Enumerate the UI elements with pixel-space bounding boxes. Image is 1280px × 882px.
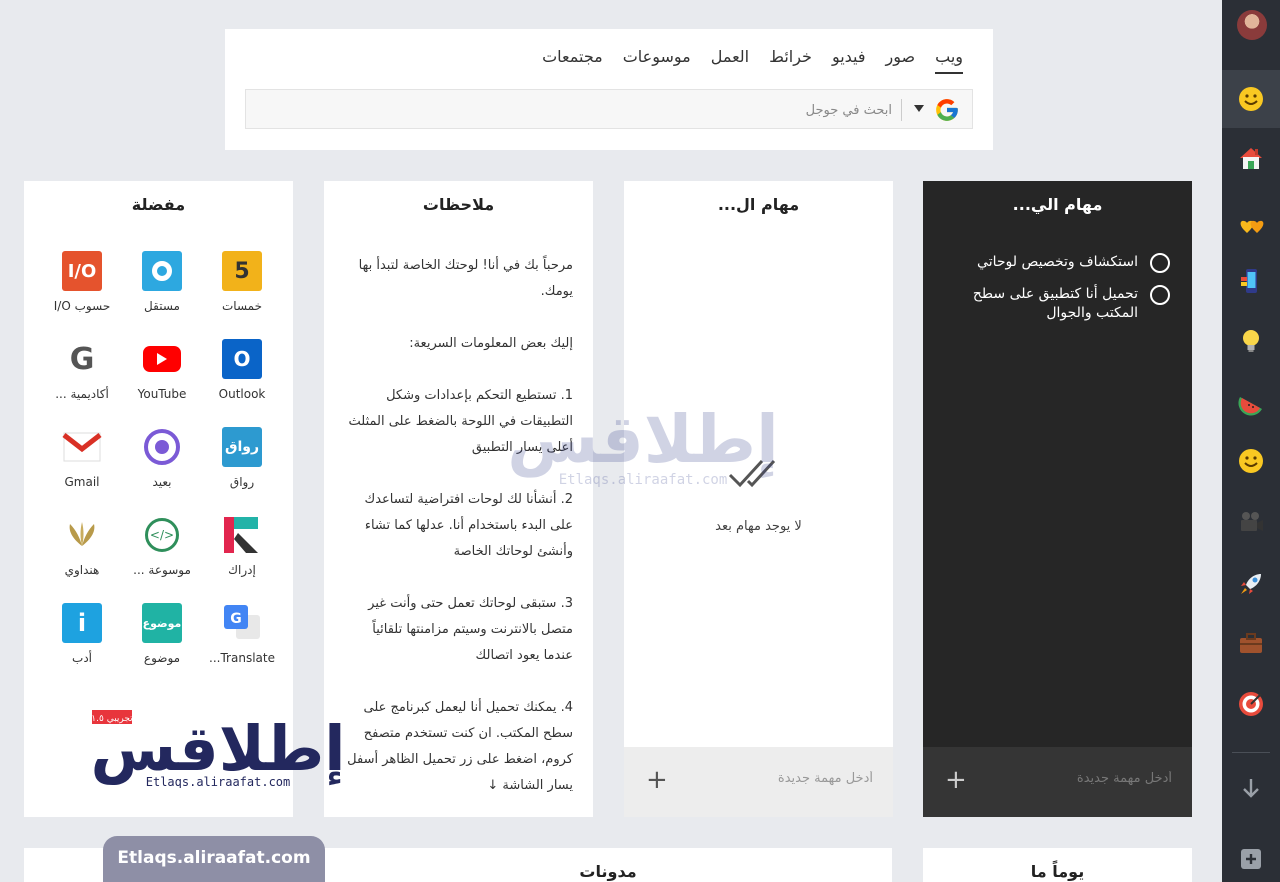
- watermelon-icon[interactable]: [1222, 374, 1280, 432]
- favorite-gmail[interactable]: Gmail: [42, 427, 122, 489]
- todo-checkbox[interactable]: [1150, 253, 1170, 273]
- search-tab-jobs[interactable]: العمل: [711, 47, 749, 74]
- favorite-mawdoo3[interactable]: موضوع موضوع: [122, 603, 202, 665]
- search-divider: [901, 99, 902, 121]
- favorite-google-translate[interactable]: G Translate...: [202, 603, 282, 665]
- todo-text[interactable]: تحميل أنا كتطبيق على سطح المكتب والجوال: [943, 285, 1138, 323]
- favorite-hsoub-io[interactable]: I/O حسوب I/O: [42, 251, 122, 313]
- gmail-icon: [62, 427, 102, 467]
- favorite-academy[interactable]: G أكاديمية ...: [42, 339, 122, 402]
- logo-sub: Etlaqs.aliraafat.com: [146, 775, 291, 788]
- daily-task-footer: +: [923, 747, 1192, 817]
- edraak-icon: [222, 515, 262, 555]
- note-paragraph: 4. يمكنك تحميل أنا ليعمل كبرنامج على سطح…: [347, 700, 573, 793]
- smiley-icon[interactable]: [1222, 70, 1280, 128]
- daily-tasks-card: مهام الي... استكشاف وتخصيص لوحاتي تحميل …: [923, 181, 1192, 817]
- search-engine-dropdown[interactable]: [914, 105, 924, 112]
- notes-editor[interactable]: مرحباً بك في أنا! لوحتك الخاصة لتبدأ بها…: [344, 253, 573, 825]
- mostaql-icon: [142, 251, 182, 291]
- smiley-icon-2[interactable]: [1222, 432, 1280, 490]
- note-paragraph: مرحباً بك في أنا! لوحتك الخاصة لتبدأ بها…: [358, 258, 573, 299]
- khamsat-icon: 5: [222, 251, 262, 291]
- search-input[interactable]: [292, 98, 892, 122]
- daily-task-input[interactable]: [992, 771, 1172, 786]
- tasks-title[interactable]: مهام ال...: [624, 195, 893, 214]
- camera-icon[interactable]: [1222, 493, 1280, 551]
- youtube-icon: [142, 339, 182, 379]
- favorite-hindawi[interactable]: هنداوي: [42, 515, 122, 577]
- add-task-button[interactable]: +: [646, 765, 668, 795]
- search-bar: [245, 89, 973, 129]
- academy-icon: G: [69, 341, 95, 377]
- lightbulb-icon[interactable]: [1222, 312, 1280, 370]
- search-tab-web[interactable]: ويب: [935, 47, 963, 74]
- notes-card: ملاحظات مرحباً بك في أنا! لوحتك الخاصة ل…: [324, 181, 593, 817]
- hindawi-icon: [62, 515, 102, 555]
- favorite-edraak[interactable]: إدراك: [202, 515, 282, 577]
- note-paragraph: 2. أنشأنا لك لوحات افتراضية لتساعدك على …: [364, 492, 573, 559]
- watermark-site-label: Etlaqs.aliraafat.com: [103, 836, 325, 882]
- todo-item: تحميل أنا كتطبيق على سطح المكتب والجوال: [943, 285, 1170, 323]
- baeed-icon: [142, 427, 182, 467]
- search-widget: ويب صور فيديو خرائط العمل موسوعات مجتمعا…: [225, 29, 993, 150]
- blogs-card: مدونات: [324, 848, 892, 882]
- add-daily-task-button[interactable]: +: [945, 765, 967, 795]
- someday-card: يوماً ما: [923, 848, 1192, 882]
- tasks-empty-text: لا يوجد مهام بعد: [715, 519, 802, 534]
- search-tab-encyclopedias[interactable]: موسوعات: [623, 47, 691, 74]
- house-icon[interactable]: [1222, 129, 1280, 187]
- encyclopedia-icon: </>: [142, 515, 182, 555]
- someday-title[interactable]: يوماً ما: [923, 862, 1192, 881]
- hsoub-io-icon: I/O: [62, 251, 102, 291]
- favorite-rwaq[interactable]: رواق رواق: [202, 427, 282, 489]
- favorite-adab[interactable]: i أدب: [42, 603, 122, 665]
- search-tab-images[interactable]: صور: [886, 47, 916, 74]
- todo-checkbox[interactable]: [1150, 285, 1170, 305]
- todo-list: استكشاف وتخصيص لوحاتي تحميل أنا كتطبيق ع…: [943, 253, 1170, 335]
- task-input[interactable]: [693, 771, 873, 786]
- todo-item: استكشاف وتخصيص لوحاتي: [943, 253, 1170, 273]
- search-tab-video[interactable]: فيديو: [832, 47, 866, 74]
- search-tab-communities[interactable]: مجتمعات: [542, 47, 603, 74]
- favorite-youtube[interactable]: YouTube: [122, 339, 202, 401]
- notes-title[interactable]: ملاحظات: [324, 195, 593, 214]
- briefcase-icon[interactable]: [1222, 614, 1280, 672]
- favorites-title[interactable]: مفضلة: [24, 195, 293, 214]
- adab-icon: i: [62, 603, 102, 643]
- search-tab-maps[interactable]: خرائط: [769, 47, 812, 74]
- phone-icon[interactable]: [1222, 252, 1280, 310]
- arrow-down-icon[interactable]: [1222, 759, 1280, 817]
- google-translate-icon: G: [222, 603, 262, 643]
- favorites-grid: 5 خمسات مستقل I/O حسوب I/O O Outlook You…: [42, 251, 282, 665]
- favorite-baeed[interactable]: بعيد: [122, 427, 202, 489]
- favorite-outlook[interactable]: O Outlook: [202, 339, 282, 401]
- mawdoo3-icon: موضوع: [142, 603, 182, 643]
- outlook-icon: O: [222, 339, 262, 379]
- favorite-khamsat[interactable]: 5 خمسات: [202, 251, 282, 313]
- sidebar-divider: [1232, 752, 1270, 753]
- double-check-icon: [728, 459, 776, 488]
- blogs-title[interactable]: مدونات: [324, 862, 892, 881]
- add-board-icon[interactable]: [1222, 830, 1280, 882]
- tasks-card: مهام ال... لا يوجد مهام بعد +: [624, 181, 893, 817]
- rwaq-icon: رواق: [222, 427, 262, 467]
- rocket-icon[interactable]: [1222, 555, 1280, 613]
- etlaqs-logo: تجريبي ١.٥ إطلاقس Etlaqs.aliraafat.com: [91, 710, 345, 788]
- note-paragraph: 1. تستطيع التحكم بإعدادات وشكل التطبيقات…: [348, 388, 574, 455]
- target-icon[interactable]: [1222, 675, 1280, 733]
- favorite-mostaql[interactable]: مستقل: [122, 251, 202, 313]
- note-paragraph: 3. ستبقى لوحاتك تعمل حتى وأنت غير متصل ب…: [368, 596, 573, 663]
- hearts-icon[interactable]: [1222, 196, 1280, 254]
- note-paragraph: إليك بعض المعلومات السريعة:: [409, 336, 573, 351]
- svg-text:G: G: [230, 611, 242, 627]
- task-footer: +: [624, 747, 893, 817]
- boards-sidebar: [1222, 0, 1280, 882]
- daily-tasks-title[interactable]: مهام الي...: [923, 195, 1192, 214]
- search-tabs: ويب صور فيديو خرائط العمل موسوعات مجتمعا…: [542, 47, 963, 74]
- user-avatar[interactable]: [1237, 10, 1267, 40]
- favorite-encyclopedia[interactable]: </> موسوعة ...: [122, 515, 202, 577]
- google-icon[interactable]: [934, 97, 960, 123]
- todo-text[interactable]: استكشاف وتخصيص لوحاتي: [977, 253, 1138, 272]
